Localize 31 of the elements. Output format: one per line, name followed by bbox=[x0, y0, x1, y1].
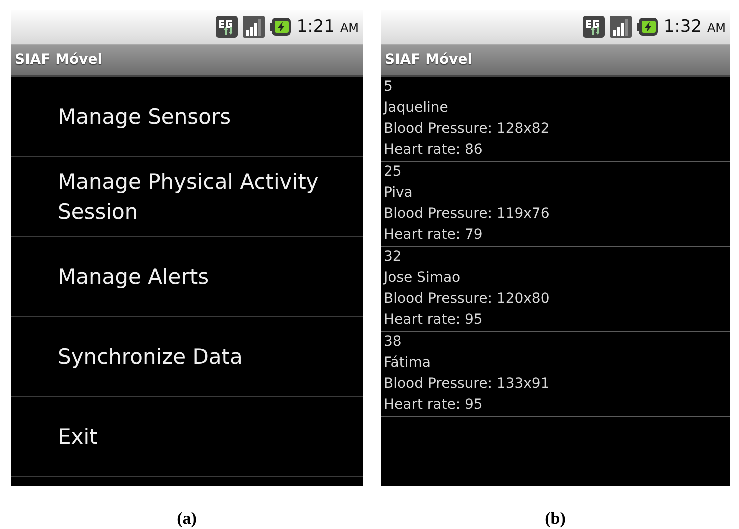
heart-rate-text: Heart rate: 79 bbox=[383, 226, 484, 245]
blood-pressure-text: Blood Pressure: 120x80 bbox=[383, 290, 551, 309]
heart-rate-text: Heart rate: 95 bbox=[383, 311, 484, 330]
blood-pressure-text: Blood Pressure: 128x82 bbox=[383, 120, 551, 139]
battery-charging-icon bbox=[270, 17, 292, 37]
clock-time: 1:32 AM bbox=[664, 17, 726, 37]
record-id: 38 bbox=[383, 333, 403, 352]
record-name: Jose Simao bbox=[382, 269, 462, 288]
record-id: 25 bbox=[383, 163, 403, 182]
blood-pressure-text: Blood Pressure: 133x91 bbox=[383, 375, 551, 394]
record-id: 5 bbox=[383, 78, 394, 97]
battery-charging-icon bbox=[636, 17, 659, 37]
record-name: Piva bbox=[383, 184, 414, 203]
heart-rate-text: Heart rate: 95 bbox=[383, 396, 484, 415]
record-id: 32 bbox=[383, 248, 403, 267]
record-name: Jaqueline bbox=[382, 99, 450, 118]
figure-caption: (b) bbox=[545, 509, 566, 529]
figure-caption: (a) bbox=[177, 509, 197, 529]
clock-time: 1:21 AM bbox=[296, 17, 359, 37]
menu-item[interactable]: Synchronize Data bbox=[11, 317, 363, 397]
menu-item[interactable]: Exit bbox=[11, 397, 363, 477]
app-title: SIAF Móvel bbox=[15, 52, 103, 68]
menu-item[interactable]: Manage Sensors bbox=[11, 77, 363, 157]
menu-item[interactable]: Manage Physical Activity Session bbox=[11, 157, 363, 237]
app-title: SIAF Móvel bbox=[385, 52, 473, 68]
record-name: Fátima bbox=[383, 354, 432, 373]
signal-icon bbox=[242, 16, 265, 38]
heart-rate-text: Heart rate: 86 bbox=[383, 141, 484, 160]
signal-icon bbox=[610, 16, 632, 38]
blood-pressure-text: Blood Pressure: 119x76 bbox=[383, 205, 551, 224]
menu-item[interactable]: Manage Alerts bbox=[11, 237, 363, 317]
